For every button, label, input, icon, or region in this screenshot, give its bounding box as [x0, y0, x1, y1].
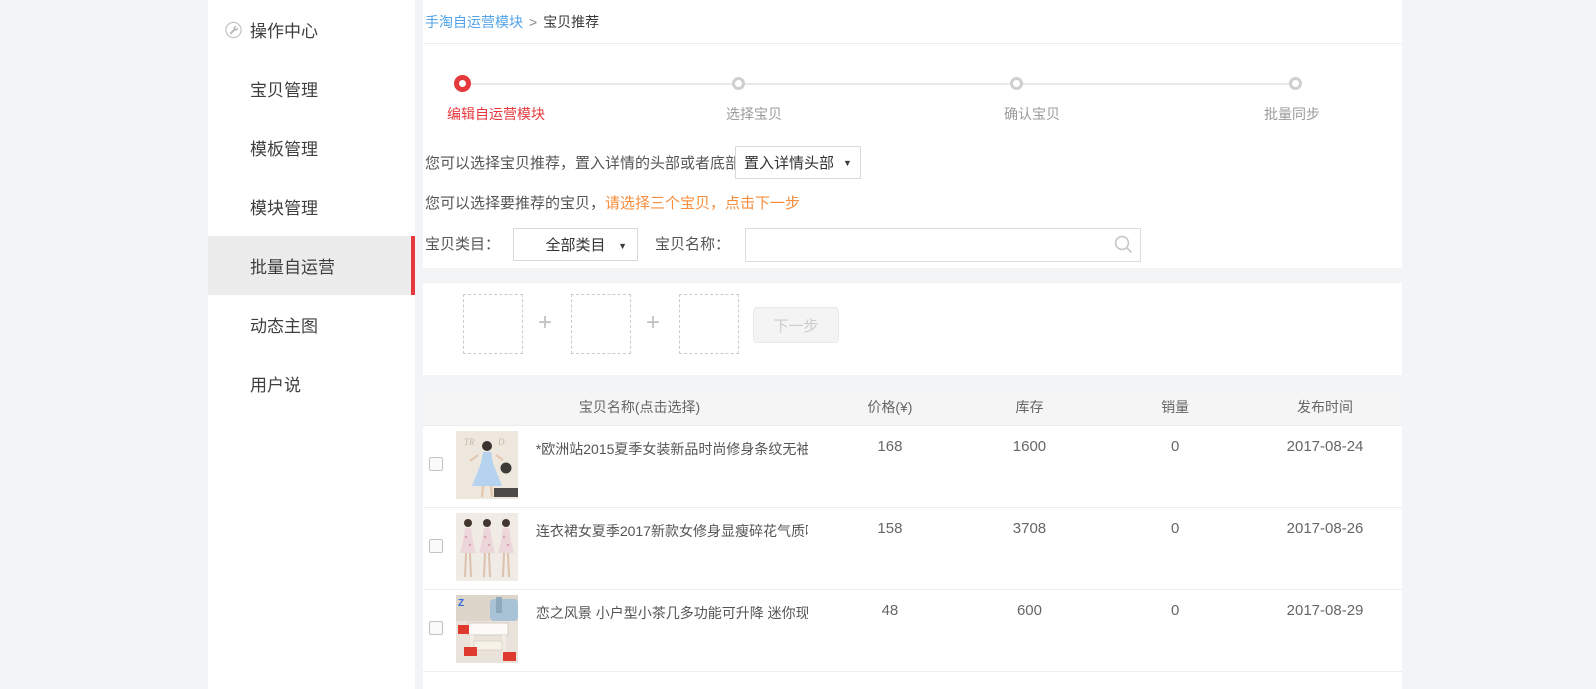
- header-item-name: 宝贝名称(点击选择): [456, 390, 823, 425]
- row-checkbox[interactable]: [429, 539, 443, 553]
- table-row: [423, 671, 1402, 686]
- cell-stock: 600: [957, 589, 1103, 671]
- row-checkbox[interactable]: [429, 621, 443, 635]
- svg-text:Z: Z: [458, 598, 464, 609]
- cell-stock: 3708: [957, 507, 1103, 589]
- items-table: 宝贝名称(点击选择) 价格(¥) 库存 销量 发布时间 TR: [423, 390, 1402, 686]
- breadcrumb-separator: >: [529, 14, 537, 30]
- sidebar-item-label: 批量自运营: [250, 253, 335, 278]
- plus-icon: +: [643, 309, 663, 337]
- select-items-hint-highlight: 请选择三个宝贝，点击下一步: [605, 195, 800, 212]
- row-checkbox[interactable]: [429, 457, 443, 471]
- sidebar-item-label: 模块管理: [250, 194, 318, 219]
- sidebar-item-dynamic-main-image[interactable]: 动态主图: [208, 295, 415, 354]
- cell-publish-date: 2017-08-29: [1248, 589, 1402, 671]
- plus-icon: +: [535, 309, 555, 337]
- select-items-hint: 您可以选择要推荐的宝贝，请选择三个宝贝，点击下一步: [425, 192, 800, 213]
- selected-items-panel: + + 下一步: [423, 283, 1402, 375]
- search-icon[interactable]: [1113, 234, 1134, 260]
- breadcrumb: 手淘自运营模块 > 宝贝推荐: [423, 0, 1402, 44]
- main-panel: 手淘自运营模块 > 宝贝推荐 编辑自运营模块 选择宝贝 确认宝贝 批量同步 您可…: [423, 0, 1402, 268]
- cell-publish-date: 2017-08-24: [1248, 425, 1402, 507]
- step-dot-1: [454, 75, 471, 92]
- table-row: TR D *欧洲: [423, 425, 1402, 507]
- caret-down-icon: ▼: [843, 158, 852, 168]
- caret-down-icon: ▼: [618, 241, 627, 251]
- category-label: 宝贝类目：: [425, 228, 500, 261]
- wrench-icon: [225, 21, 242, 38]
- step-label-select-items: 选择宝贝: [726, 104, 782, 124]
- sidebar-item-item-management[interactable]: 宝贝管理: [208, 59, 415, 118]
- insert-position-dropdown[interactable]: 置入详情头部 ▼: [735, 146, 861, 179]
- cell-stock: 1600: [957, 425, 1103, 507]
- sidebar-item-label: 宝贝管理: [250, 76, 318, 101]
- step-label-confirm-items: 确认宝贝: [1004, 104, 1060, 124]
- step-dot-2: [732, 77, 745, 90]
- floral-dress-product-photo[interactable]: [456, 513, 518, 581]
- header-publish-date: 发布时间: [1248, 390, 1402, 425]
- category-dropdown-value: 全部类目: [545, 234, 605, 255]
- table-row: 连衣裙女夏季2017新款女修身显瘦碎花气质喇 158 3708 0 2017-0…: [423, 507, 1402, 589]
- cell-sales: 0: [1102, 425, 1248, 507]
- cell-price: 48: [823, 589, 956, 671]
- cell-sales: 0: [1102, 589, 1248, 671]
- item-slot-3[interactable]: [679, 294, 739, 354]
- step-dot-3: [1010, 77, 1023, 90]
- sidebar-item-label: 模板管理: [250, 135, 318, 160]
- sidebar-item-template-management[interactable]: 模板管理: [208, 118, 415, 177]
- item-slot-2[interactable]: [571, 294, 631, 354]
- svg-text:TR: TR: [464, 437, 475, 447]
- insert-position-value: 置入详情头部: [744, 152, 834, 173]
- insert-position-hint: 您可以选择宝贝推荐，置入详情的头部或者底部: [425, 146, 740, 179]
- table-header-row: 宝贝名称(点击选择) 价格(¥) 库存 销量 发布时间: [423, 390, 1402, 425]
- header-sales: 销量: [1102, 390, 1248, 425]
- item-name-search-input[interactable]: [745, 228, 1141, 262]
- item-name-link[interactable]: 恋之风景 小户型小茶几多功能可升降 迷你现代: [536, 595, 808, 663]
- cell-price: 168: [823, 425, 956, 507]
- sidebar-item-batch-self-operation[interactable]: 批量自运营: [208, 236, 415, 295]
- coffee-table-product-photo[interactable]: Z: [456, 595, 518, 663]
- svg-text:D: D: [497, 437, 505, 447]
- stepper-line: [462, 83, 1296, 85]
- items-table-panel: 宝贝名称(点击选择) 价格(¥) 库存 销量 发布时间 TR: [423, 390, 1402, 689]
- blue-dress-product-photo[interactable]: TR D: [456, 431, 518, 499]
- cell-publish-date: 2017-08-26: [1248, 507, 1402, 589]
- next-step-button[interactable]: 下一步: [753, 307, 839, 343]
- sidebar: 操作中心 宝贝管理 模板管理 模块管理 批量自运营 动态主图 用户说: [208, 0, 415, 689]
- sidebar-item-label: 动态主图: [250, 312, 318, 337]
- sidebar-item-label: 用户说: [250, 371, 301, 396]
- item-slot-1[interactable]: [463, 294, 523, 354]
- sidebar-item-user-say[interactable]: 用户说: [208, 354, 415, 413]
- step-label-edit-module: 编辑自运营模块: [447, 104, 545, 124]
- item-name-label: 宝贝名称：: [655, 228, 730, 261]
- sidebar-item-operation-center[interactable]: 操作中心: [208, 0, 415, 59]
- header-stock: 库存: [957, 390, 1103, 425]
- sidebar-item-label: 操作中心: [250, 17, 318, 42]
- breadcrumb-current: 宝贝推荐: [543, 12, 599, 32]
- filter-row: 宝贝类目： 全部类目 ▼ 宝贝名称：: [425, 228, 1385, 262]
- item-name-link[interactable]: 连衣裙女夏季2017新款女修身显瘦碎花气质喇: [536, 513, 808, 581]
- select-items-hint-prefix: 您可以选择要推荐的宝贝，: [425, 195, 605, 212]
- table-row: Z 恋之风景 小户型小茶几多功能可升降 迷你现代 48 600 0 2017-0…: [423, 589, 1402, 671]
- item-name-link[interactable]: *欧洲站2015夏季女装新品时尚修身条纹无袖背: [536, 431, 808, 499]
- sidebar-item-module-management[interactable]: 模块管理: [208, 177, 415, 236]
- header-price: 价格(¥): [823, 390, 956, 425]
- breadcrumb-link[interactable]: 手淘自运营模块: [425, 12, 523, 32]
- cell-sales: 0: [1102, 507, 1248, 589]
- step-label-batch-sync: 批量同步: [1264, 104, 1320, 124]
- stepper: 编辑自运营模块 选择宝贝 确认宝贝 批量同步: [423, 44, 1402, 144]
- category-dropdown[interactable]: 全部类目 ▼: [513, 228, 638, 261]
- step-dot-4: [1289, 77, 1302, 90]
- cell-price: 158: [823, 507, 956, 589]
